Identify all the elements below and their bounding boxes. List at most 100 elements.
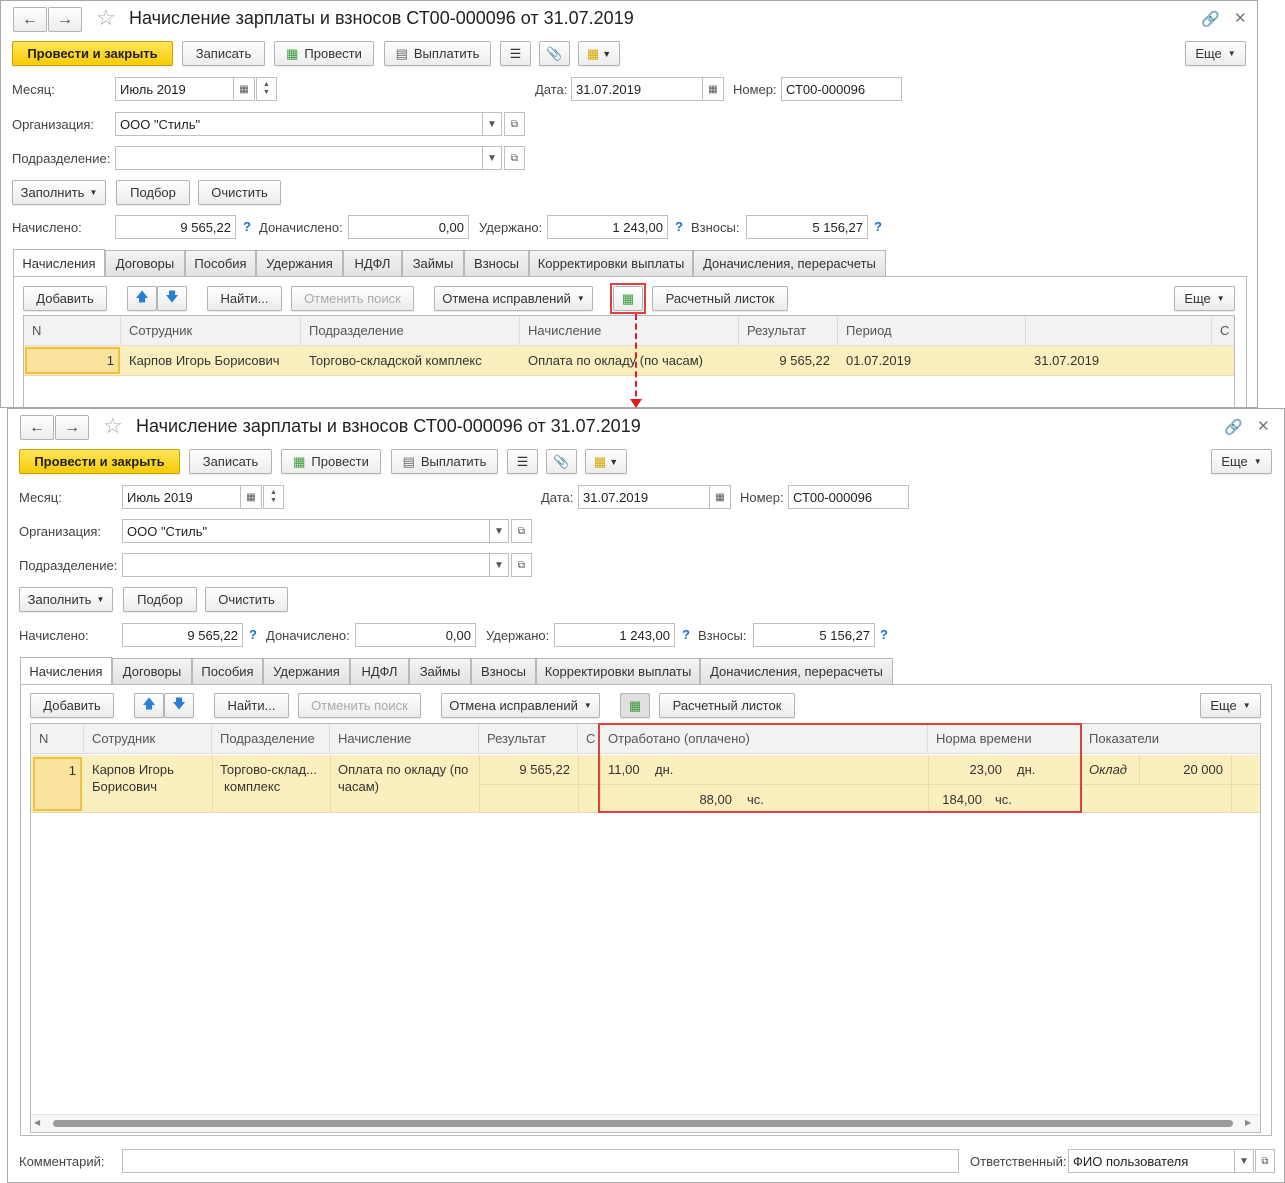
column-header[interactable]: Начисление xyxy=(330,724,479,754)
additional-input[interactable]: 0,00 xyxy=(348,215,469,239)
tab-contributions[interactable]: Взносы xyxy=(471,658,536,684)
tab-payment-adjustments[interactable]: Корректировки выплаты xyxy=(536,658,700,684)
more-button[interactable]: Еще ▼ xyxy=(1211,449,1272,474)
column-header[interactable]: Показатели xyxy=(1081,724,1260,754)
tab-payment-adjustments[interactable]: Корректировки выплаты xyxy=(529,250,693,276)
number-input[interactable]: СТ00-000096 xyxy=(781,77,902,101)
date-input[interactable]: 31.07.2019 xyxy=(571,77,703,101)
dropdown-icon[interactable]: ▼ xyxy=(1234,1149,1254,1173)
calendar-icon[interactable]: ▦ xyxy=(233,77,255,101)
open-icon[interactable]: ⧉ xyxy=(511,519,532,543)
open-icon[interactable]: ⧉ xyxy=(1255,1149,1275,1173)
month-input[interactable]: Июль 2019 xyxy=(122,485,241,509)
tab-recalculations[interactable]: Доначисления, перерасчеты xyxy=(693,250,886,276)
post-and-close-button[interactable]: Провести и закрыть xyxy=(19,449,180,474)
column-header[interactable]: N xyxy=(31,724,84,754)
calendar-icon[interactable]: ▦ xyxy=(709,485,731,509)
department-input[interactable] xyxy=(115,146,483,170)
close-icon[interactable]: ✕ xyxy=(1257,417,1270,435)
report-icon[interactable]: ☰ xyxy=(500,41,531,66)
contributions-input[interactable]: 5 156,27 xyxy=(746,215,868,239)
column-header[interactable]: N xyxy=(24,316,121,346)
link-icon[interactable]: 🔗 xyxy=(1224,418,1243,436)
select-button[interactable]: Подбор xyxy=(116,180,190,205)
help-icon[interactable]: ? xyxy=(243,219,251,234)
tab-deductions[interactable]: Удержания xyxy=(263,658,350,684)
tab-loans[interactable]: Займы xyxy=(402,250,464,276)
cancel-corrections-button[interactable]: Отмена исправлений ▼ xyxy=(434,286,593,311)
calendar-icon[interactable]: ▦ xyxy=(240,485,262,509)
more-button[interactable]: Еще ▼ xyxy=(1185,41,1246,66)
help-icon[interactable]: ? xyxy=(675,219,683,234)
favorite-star-icon[interactable]: ☆ xyxy=(103,413,123,439)
tab-contributions[interactable]: Взносы xyxy=(464,250,529,276)
fill-button[interactable]: Заполнить ▼ xyxy=(12,180,106,205)
add-button[interactable]: Добавить xyxy=(23,286,107,311)
calendar-icon[interactable]: ▦ xyxy=(702,77,724,101)
table-row[interactable]: 1 Карпов Игорь Борисович Торгово-складск… xyxy=(24,346,1234,376)
report-icon[interactable]: ☰ xyxy=(507,449,538,474)
column-header[interactable]: С xyxy=(1212,316,1234,346)
column-header[interactable]: Период xyxy=(838,316,1026,346)
date-input[interactable]: 31.07.2019 xyxy=(578,485,710,509)
tab-income-tax[interactable]: НДФЛ xyxy=(343,250,402,276)
accrued-input[interactable]: 9 565,22 xyxy=(122,623,243,647)
column-header[interactable]: Подразделение xyxy=(212,724,330,754)
columns-toggle-icon[interactable]: ▦ xyxy=(620,693,650,718)
additional-input[interactable]: 0,00 xyxy=(355,623,476,647)
post-button[interactable]: ▦ Провести xyxy=(274,41,374,66)
scroll-right-icon[interactable]: ▶ xyxy=(1245,1118,1251,1127)
tab-accruals[interactable]: Начисления xyxy=(20,657,112,685)
back-button[interactable]: ← xyxy=(20,415,54,440)
tab-benefits[interactable]: Пособия xyxy=(192,658,263,684)
create-based-on-button[interactable]: ▦ ▼ xyxy=(585,449,627,474)
open-icon[interactable]: ⧉ xyxy=(504,146,525,170)
comment-input[interactable] xyxy=(122,1149,959,1173)
column-header[interactable]: Сотрудник xyxy=(121,316,301,346)
column-header[interactable]: Сотрудник xyxy=(84,724,212,754)
help-icon[interactable]: ? xyxy=(682,627,690,642)
open-icon[interactable]: ⧉ xyxy=(511,553,532,577)
favorite-star-icon[interactable]: ☆ xyxy=(96,5,116,31)
horizontal-scrollbar[interactable]: ◀ ▶ xyxy=(31,1114,1260,1132)
month-spinner[interactable]: ▲ ▼ xyxy=(263,485,284,509)
organization-input[interactable]: ООО "Стиль" xyxy=(122,519,490,543)
dropdown-icon[interactable]: ▼ xyxy=(482,146,502,170)
scroll-left-icon[interactable]: ◀ xyxy=(34,1118,40,1127)
responsible-input[interactable]: ФИО пользователя xyxy=(1068,1149,1235,1173)
help-icon[interactable]: ? xyxy=(880,627,888,642)
cancel-search-button[interactable]: Отменить поиск xyxy=(291,286,414,311)
find-button[interactable]: Найти... xyxy=(207,286,282,311)
payslip-button[interactable]: Расчетный листок xyxy=(652,286,788,311)
accrued-input[interactable]: 9 565,22 xyxy=(115,215,236,239)
more-button[interactable]: Еще ▼ xyxy=(1200,693,1261,718)
cancel-corrections-button[interactable]: Отмена исправлений ▼ xyxy=(441,693,600,718)
cancel-search-button[interactable]: Отменить поиск xyxy=(298,693,421,718)
tab-benefits[interactable]: Пособия xyxy=(185,250,256,276)
column-header[interactable]: Подразделение xyxy=(301,316,520,346)
dropdown-icon[interactable]: ▼ xyxy=(489,519,509,543)
clear-button[interactable]: Очистить xyxy=(205,587,288,612)
tab-income-tax[interactable]: НДФЛ xyxy=(350,658,409,684)
tab-accruals[interactable]: Начисления xyxy=(13,249,105,277)
tab-contracts[interactable]: Договоры xyxy=(105,250,185,276)
open-icon[interactable]: ⧉ xyxy=(504,112,525,136)
more-button[interactable]: Еще ▼ xyxy=(1174,286,1235,311)
month-spinner[interactable]: ▲ ▼ xyxy=(256,77,277,101)
post-button[interactable]: ▦ Провести xyxy=(281,449,381,474)
back-button[interactable]: ← xyxy=(13,7,47,32)
department-input[interactable] xyxy=(122,553,490,577)
select-button[interactable]: Подбор xyxy=(123,587,197,612)
dropdown-icon[interactable]: ▼ xyxy=(482,112,502,136)
payslip-button[interactable]: Расчетный листок xyxy=(659,693,795,718)
scroll-thumb[interactable] xyxy=(53,1120,1233,1127)
attachment-icon[interactable]: 📎 xyxy=(539,41,570,66)
attachment-icon[interactable]: 📎 xyxy=(546,449,577,474)
column-header[interactable]: С xyxy=(578,724,600,754)
fill-button[interactable]: Заполнить ▼ xyxy=(19,587,113,612)
move-up-button[interactable]: 🡅 xyxy=(127,286,157,311)
save-button[interactable]: Записать xyxy=(182,41,265,66)
column-header[interactable] xyxy=(1026,316,1212,346)
post-and-close-button[interactable]: Провести и закрыть xyxy=(12,41,173,66)
withheld-input[interactable]: 1 243,00 xyxy=(554,623,675,647)
